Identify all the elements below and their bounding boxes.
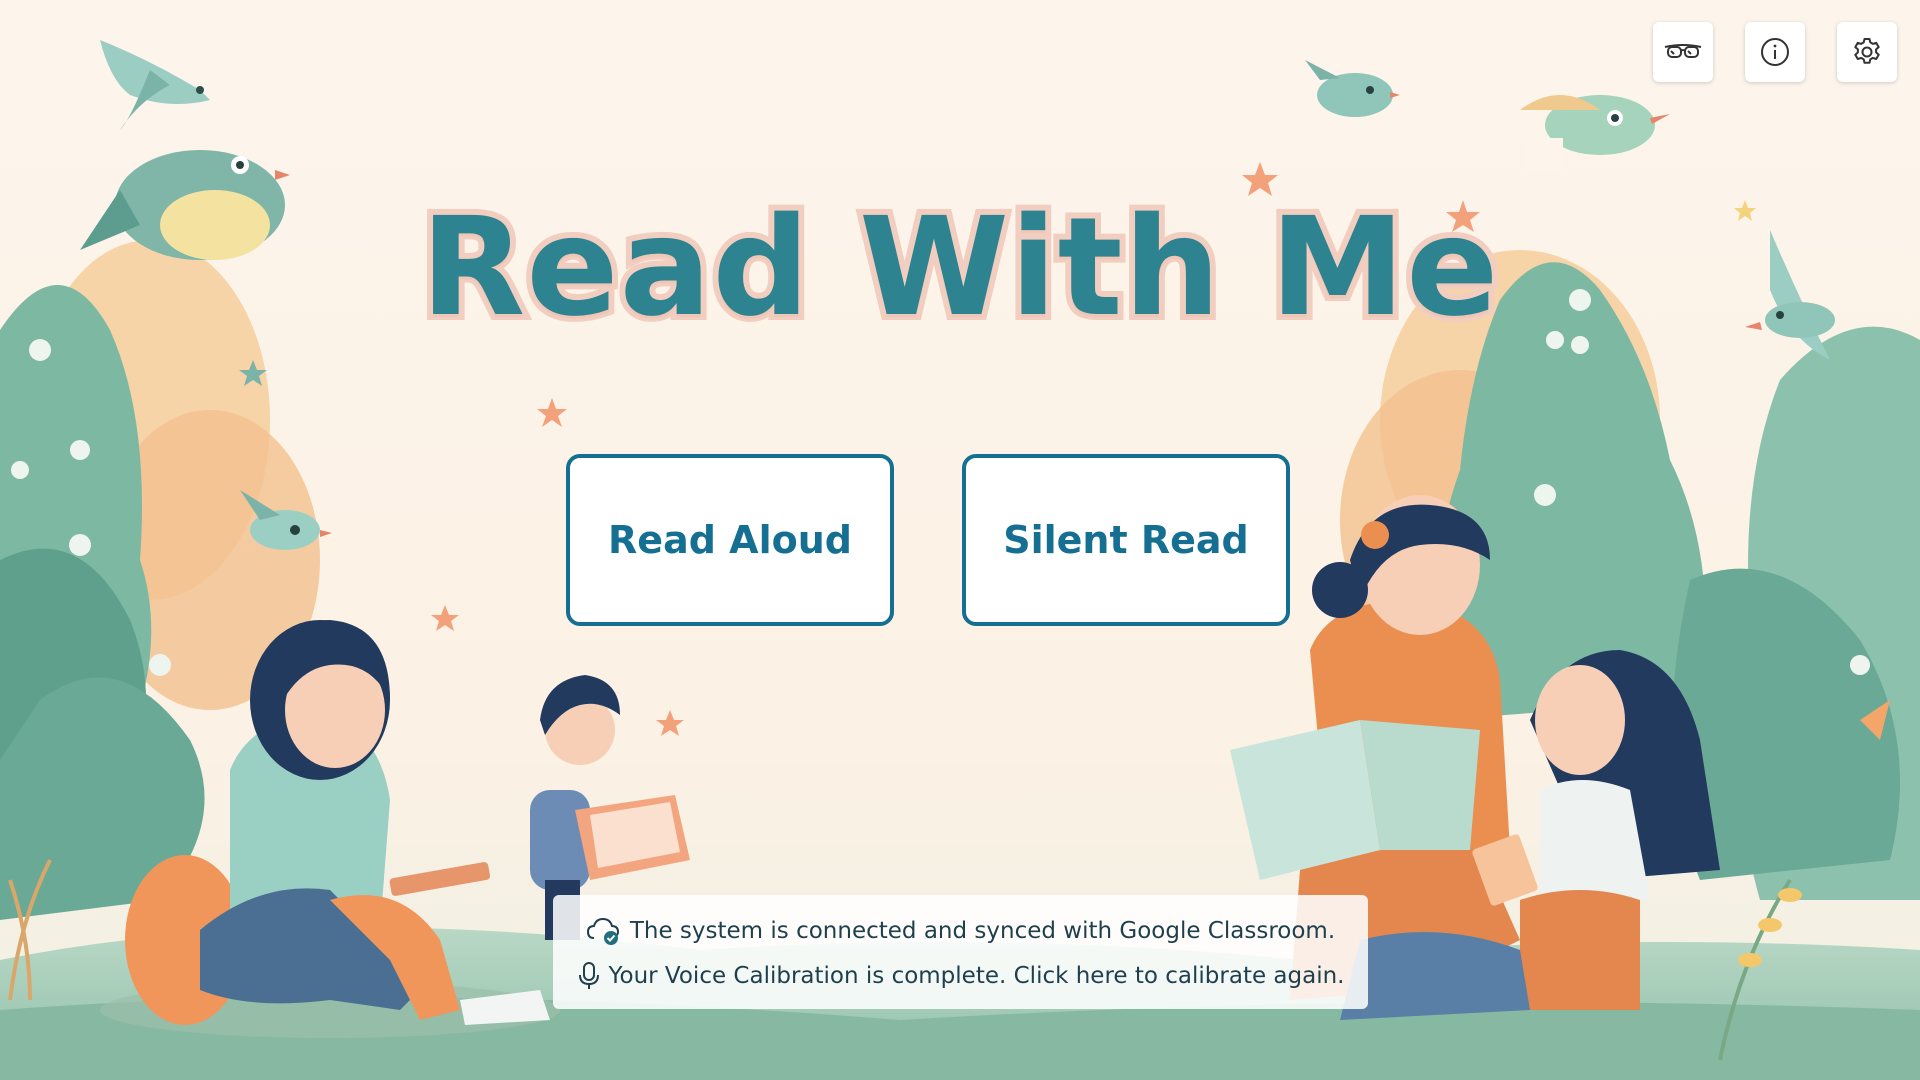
sync-message: The system is connected and synced with … [629, 918, 1336, 944]
gear-icon [1851, 36, 1883, 68]
app-title: Read With Me [415, 183, 1505, 353]
calibration-status-link[interactable]: Your Voice Calibration is complete. Clic… [553, 956, 1368, 996]
glasses-button[interactable] [1653, 22, 1713, 82]
read-aloud-button[interactable]: Read Aloud [566, 454, 894, 626]
glasses-icon [1663, 42, 1703, 62]
sync-status: The system is connected and synced with … [553, 911, 1368, 951]
microphone-icon [577, 961, 601, 991]
silent-read-label: Silent Read [1003, 518, 1249, 562]
calibration-message: Your Voice Calibration is complete. Clic… [608, 963, 1345, 989]
silent-read-button[interactable]: Silent Read [962, 454, 1290, 626]
read-aloud-label: Read Aloud [608, 518, 852, 562]
status-panel: The system is connected and synced with … [553, 895, 1368, 1009]
info-icon [1760, 37, 1790, 67]
settings-button[interactable] [1837, 22, 1897, 82]
cloud-check-icon [586, 916, 622, 946]
info-button[interactable] [1745, 22, 1805, 82]
